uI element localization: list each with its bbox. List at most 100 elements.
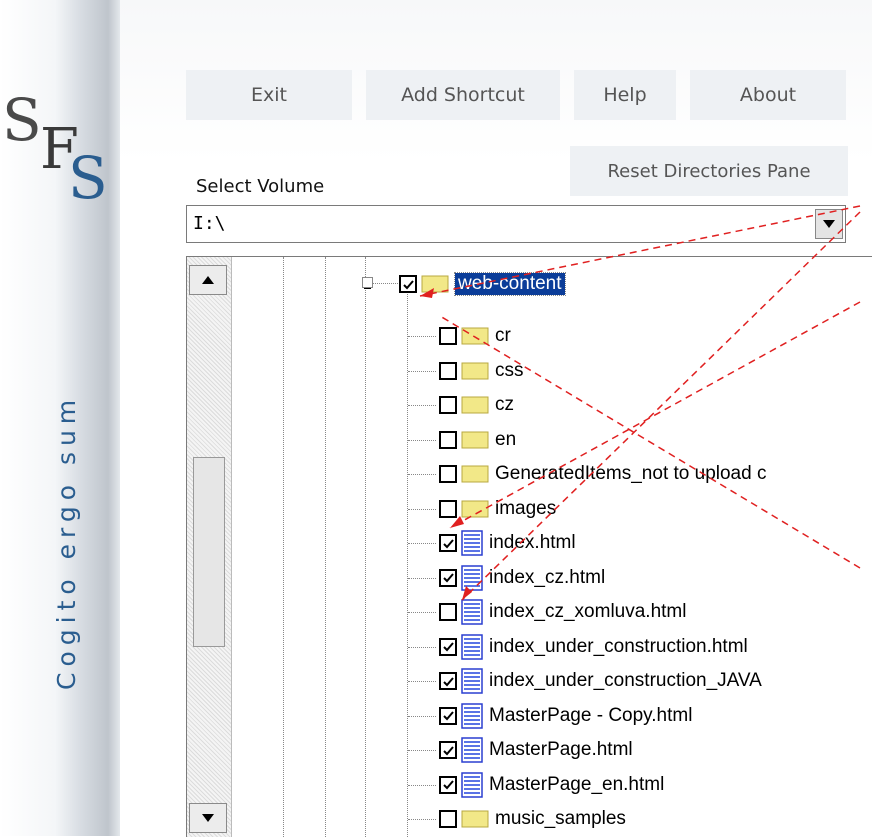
volume-select[interactable]: I:\ xyxy=(186,205,846,243)
checkmark-icon xyxy=(442,676,454,686)
item-checkbox[interactable] xyxy=(439,775,457,794)
item-checkbox[interactable] xyxy=(439,637,457,656)
folder-icon xyxy=(461,465,489,483)
tree-guide-line xyxy=(408,543,436,544)
tree-file-node[interactable]: index_under_construction.html xyxy=(439,632,748,662)
tree-item-label: index_under_construction_JAVA xyxy=(489,670,762,691)
tagline-text: Cogito ergo sum xyxy=(52,393,81,690)
select-volume-label: Select Volume xyxy=(196,176,325,197)
tree-guide-line xyxy=(283,257,284,837)
volume-value: I:\ xyxy=(193,213,226,234)
folder-icon xyxy=(421,275,449,293)
add-shortcut-button[interactable]: Add Shortcut xyxy=(366,70,560,120)
tree-guide-line xyxy=(408,612,436,613)
help-button[interactable]: Help xyxy=(574,70,676,120)
dropdown-button[interactable] xyxy=(815,209,843,239)
html-file-icon xyxy=(461,737,483,763)
arrow-up-icon xyxy=(202,276,214,284)
tree-file-node[interactable]: MasterPage_en.html xyxy=(439,770,664,800)
item-checkbox[interactable] xyxy=(439,810,457,828)
item-checkbox[interactable] xyxy=(439,396,457,414)
tree-file-node[interactable]: index_cz_xomluva.html xyxy=(439,597,686,627)
folder-icon xyxy=(461,810,489,828)
collapse-toggle[interactable] xyxy=(362,277,373,289)
tree-root-node[interactable]: web-content xyxy=(399,269,566,299)
tree-file-node[interactable]: index_under_construction_JAVA xyxy=(439,666,762,696)
checkmark-icon xyxy=(442,538,454,548)
tree-guide-line xyxy=(372,283,400,284)
tree-guide-line xyxy=(408,715,436,717)
scroll-thumb[interactable] xyxy=(193,457,225,647)
root-checkbox[interactable] xyxy=(399,275,417,293)
checkmark-icon xyxy=(442,573,454,583)
tree-guide-line xyxy=(408,577,436,579)
checkmark-icon xyxy=(442,642,454,652)
folder-icon xyxy=(461,500,489,517)
tree-item-label: css xyxy=(495,359,524,381)
tree-item-label: cr xyxy=(495,325,511,346)
checkmark-icon xyxy=(442,711,454,721)
tree-folder-node[interactable]: images xyxy=(439,494,556,524)
tree-guide-line xyxy=(408,681,436,682)
scroll-down-button[interactable] xyxy=(189,803,227,833)
tree-item-label: MasterPage - Copy.html xyxy=(489,704,693,726)
tree-item-label: index_under_construction.html xyxy=(489,635,748,657)
about-button[interactable]: About xyxy=(690,70,846,120)
checkmark-icon xyxy=(442,745,454,755)
tree-item-label: music_samples xyxy=(495,808,626,829)
tree-folder-node[interactable]: cz xyxy=(439,390,514,420)
left-branding-strip: S F S Cogito ergo sum xyxy=(0,0,120,836)
tree-file-node[interactable]: MasterPage - Copy.html xyxy=(439,701,692,731)
root-node-label: web-content xyxy=(454,272,566,296)
tree-guide-line xyxy=(408,439,436,441)
sfs-logo: S F S xyxy=(2,86,108,212)
html-file-icon xyxy=(461,668,483,694)
tree-guide-line xyxy=(408,370,436,372)
html-file-icon xyxy=(461,633,483,660)
tree-file-node[interactable]: MasterPage.html xyxy=(439,735,633,765)
tree-folder-node[interactable]: GeneratedItems_not to upload c xyxy=(439,459,766,489)
folder-icon xyxy=(461,431,489,448)
html-file-icon xyxy=(461,564,483,591)
item-checkbox[interactable] xyxy=(439,534,457,552)
html-file-icon xyxy=(461,702,483,729)
tree-item-label: index_cz.html xyxy=(489,566,606,588)
tree-file-node[interactable]: index.html xyxy=(439,528,576,558)
tree-item-label: cz xyxy=(495,394,514,415)
item-checkbox[interactable] xyxy=(439,741,457,759)
item-checkbox[interactable] xyxy=(439,706,457,725)
item-checkbox[interactable] xyxy=(439,327,457,345)
checkmark-icon xyxy=(442,780,454,790)
checkmark-icon xyxy=(402,279,414,289)
item-checkbox[interactable] xyxy=(439,603,457,621)
item-checkbox[interactable] xyxy=(439,361,457,380)
tree-item-label: images xyxy=(495,497,557,519)
arrow-down-icon xyxy=(202,814,214,822)
scroll-up-button[interactable] xyxy=(189,265,227,295)
tree-folder-node[interactable]: music_samples xyxy=(439,804,626,834)
folder-icon xyxy=(461,396,489,414)
tree-guide-line xyxy=(365,257,366,837)
tree-guide-line xyxy=(408,474,436,475)
tree-file-node[interactable]: index_cz.html xyxy=(439,563,605,593)
directories-tree-pane[interactable]: web-content cr css cz en GeneratedItems_not … xyxy=(186,256,872,837)
item-checkbox[interactable] xyxy=(439,568,457,587)
html-file-icon xyxy=(461,771,483,798)
tree-folder-node[interactable]: css xyxy=(439,356,524,386)
item-checkbox[interactable] xyxy=(439,430,457,449)
tree-folder-node[interactable]: cr xyxy=(439,321,511,351)
html-file-icon xyxy=(461,599,483,625)
tree-guide-line xyxy=(325,257,326,837)
tree-guide-line xyxy=(408,508,436,510)
item-checkbox[interactable] xyxy=(439,672,457,690)
tree-guide-line xyxy=(408,646,436,648)
svg-text:S: S xyxy=(68,144,108,212)
folder-icon xyxy=(461,362,489,379)
item-checkbox[interactable] xyxy=(439,499,457,518)
vertical-scrollbar[interactable] xyxy=(187,257,232,837)
folder-icon xyxy=(461,327,489,345)
item-checkbox[interactable] xyxy=(439,465,457,483)
reset-directories-pane-button[interactable]: Reset Directories Pane xyxy=(570,146,848,196)
tree-folder-node[interactable]: en xyxy=(439,425,516,455)
exit-button[interactable]: Exit xyxy=(186,70,352,120)
